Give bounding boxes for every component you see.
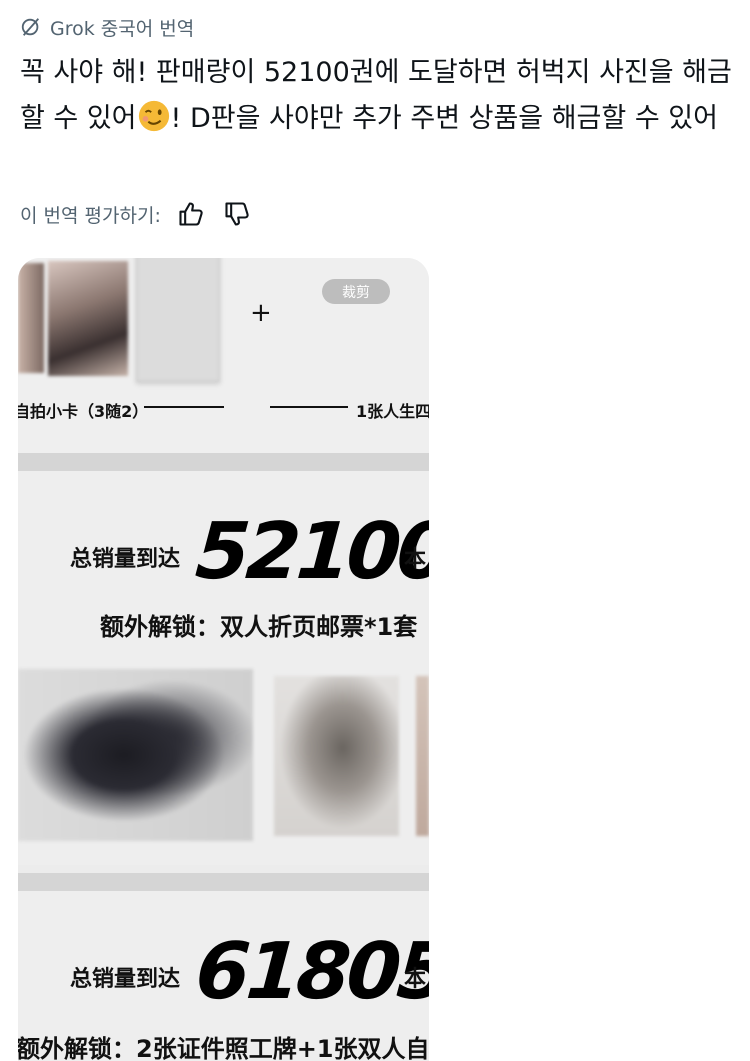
thumbs-down-icon [225,202,249,226]
right-caption: 1张人生四 [356,402,429,421]
photocard-couple [48,261,128,376]
grok-label: Grok 중국어 번역 [50,17,195,40]
wink-emoji-icon [138,100,169,132]
crop-badge[interactable]: 裁剪 [322,279,390,304]
left-caption-line [144,406,224,408]
tier2-number: 61805 [192,927,429,1017]
rate-label: 이 번역 평가하기: [20,204,161,227]
plus-sign: + [250,298,272,328]
tier2-unit: 本 [404,967,427,992]
tier1-photo-second [274,676,399,836]
grok-translation-header: Grok 중국어 번역 [20,12,194,42]
left-caption: 自拍小卡（3随2） [18,402,149,421]
tier2-section: 总销量到达 61805 本 额外解锁：2张证件照工牌+1张双人自 [18,891,429,1061]
separator-1 [18,453,429,471]
tier1-section: 总销量到达 52100 本 额外解锁：双人折页邮票*1套 [18,471,429,865]
translated-text: 꼭 사야 해! 판매량이 52100권에 도달하면 허벅지 사진을 해금할 수 … [20,50,732,142]
photocard-back [136,258,220,382]
right-caption-line [270,406,348,408]
photocard-left-partial [18,263,44,373]
separator-2 [18,873,429,891]
tier2-total-label: 总销量到达 [70,967,181,992]
translated-text-part2: ! D판을 사야만 추가 주변 상품을 해금할 수 있어 [170,103,718,134]
tier1-number: 52100 [192,507,429,597]
tier1-total-label: 总销量到达 [70,547,181,572]
tier1-unlock: 额外解锁：双人折页邮票*1套 [100,613,418,641]
photocard-section: + 裁剪 自拍小卡（3随2） 1张人生四 [18,258,429,453]
grok-logo-icon [21,18,40,36]
tier1-photo-main [18,669,253,841]
post-image[interactable]: + 裁剪 自拍小卡（3随2） 1张人生四 总销量到达 52100 本 额外解锁：… [18,258,429,1061]
tier1-photo-third-partial [416,676,429,836]
thumbs-up-icon [179,202,203,226]
tier2-unlock: 额外解锁：2张证件照工牌+1张双人自 [18,1035,429,1061]
rate-translation-row: 이 번역 평가하기: [20,196,253,232]
tier1-unit: 本 [404,547,427,572]
thumbs-up-button[interactable] [175,198,207,230]
thumbs-down-button[interactable] [221,198,253,230]
